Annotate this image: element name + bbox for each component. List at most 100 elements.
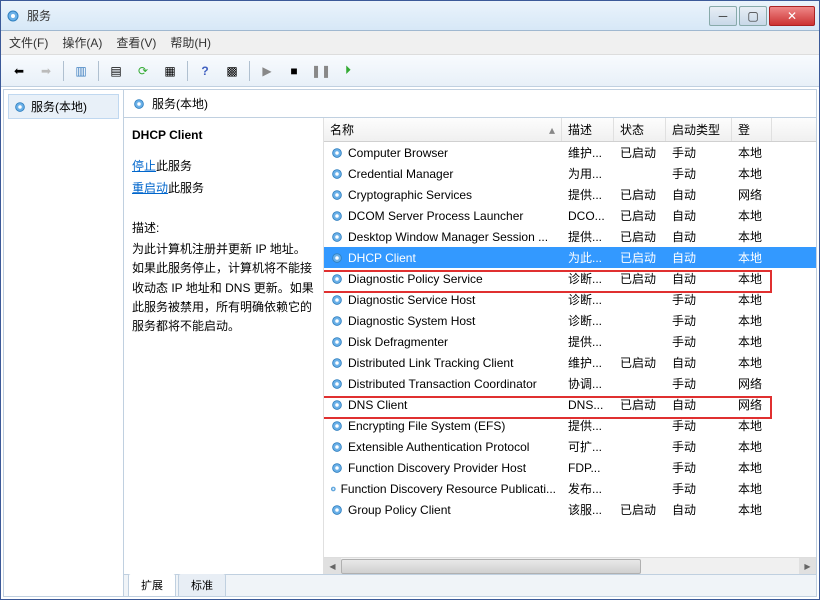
service-logon: 本地	[732, 480, 772, 497]
service-row[interactable]: Disk Defragmenter提供...手动本地	[324, 331, 816, 352]
service-name: Function Discovery Resource Publicati...	[341, 482, 556, 496]
col-startup[interactable]: 启动类型	[666, 118, 732, 141]
service-startup: 手动	[666, 480, 732, 497]
extra-button[interactable]: ▩	[220, 59, 244, 83]
menu-action[interactable]: 操作(A)	[62, 34, 102, 51]
scroll-left-icon[interactable]: ◀	[324, 558, 341, 574]
col-logon[interactable]: 登	[732, 118, 772, 141]
scroll-thumb[interactable]	[341, 559, 641, 574]
window-title: 服务	[27, 7, 709, 24]
gear-icon	[330, 230, 344, 244]
service-row[interactable]: Encrypting File System (EFS)提供...手动本地	[324, 415, 816, 436]
gear-icon	[330, 209, 344, 223]
gear-icon	[330, 251, 344, 265]
gear-icon	[132, 97, 146, 111]
properties-button[interactable]: ▤	[104, 59, 128, 83]
tab-standard[interactable]: 标准	[178, 573, 226, 596]
service-name: Function Discovery Provider Host	[348, 461, 526, 475]
stop-link[interactable]: 停止	[132, 159, 156, 173]
service-name: Diagnostic Policy Service	[348, 272, 483, 286]
service-logon: 本地	[732, 333, 772, 350]
service-row[interactable]: Distributed Link Tracking Client维护...已启动…	[324, 352, 816, 373]
service-desc: 维护...	[562, 144, 614, 161]
list-body[interactable]: Computer Browser维护...已启动手动本地Credential M…	[324, 142, 816, 557]
back-button[interactable]: ⬅	[7, 59, 31, 83]
content-body: DHCP Client 停止此服务 重启动此服务 描述: 为此计算机注册并更新 …	[124, 118, 816, 574]
service-logon: 本地	[732, 312, 772, 329]
service-row[interactable]: Extensible Authentication Protocol可扩...手…	[324, 436, 816, 457]
view-tabs: 扩展 标准	[124, 574, 816, 596]
help-icon: ?	[201, 64, 208, 78]
start-button[interactable]: ▶	[255, 59, 279, 83]
service-row[interactable]: Diagnostic Policy Service诊断...已启动自动本地	[324, 268, 816, 289]
menu-view[interactable]: 查看(V)	[116, 34, 156, 51]
service-logon: 网络	[732, 396, 772, 413]
restart-button[interactable]: ⏵	[336, 59, 360, 83]
play-icon: ▶	[262, 64, 271, 78]
service-row[interactable]: Function Discovery Resource Publicati...…	[324, 478, 816, 499]
service-row[interactable]: Diagnostic System Host诊断...手动本地	[324, 310, 816, 331]
col-status[interactable]: 状态	[614, 118, 666, 141]
service-row[interactable]: Function Discovery Provider HostFDP...手动…	[324, 457, 816, 478]
service-startup: 手动	[666, 375, 732, 392]
close-button[interactable]: ✕	[769, 6, 815, 26]
service-row[interactable]: Desktop Window Manager Session ...提供...已…	[324, 226, 816, 247]
service-logon: 本地	[732, 165, 772, 182]
gear-icon	[330, 188, 344, 202]
menu-file[interactable]: 文件(F)	[9, 34, 48, 51]
service-row[interactable]: Diagnostic Service Host诊断...手动本地	[324, 289, 816, 310]
list-header: 名称▴ 描述 状态 启动类型 登	[324, 118, 816, 142]
menu-help[interactable]: 帮助(H)	[170, 34, 211, 51]
stop-button[interactable]: ■	[282, 59, 306, 83]
help-button[interactable]: ?	[193, 59, 217, 83]
service-logon: 本地	[732, 417, 772, 434]
scroll-right-icon[interactable]: ▶	[799, 558, 816, 574]
arrow-right-icon: ➡	[41, 64, 51, 78]
desc-text: 为此计算机注册并更新 IP 地址。如果此服务停止，计算机将不能接收动态 IP 地…	[132, 240, 315, 336]
refresh-button[interactable]: ⟳	[131, 59, 155, 83]
col-name[interactable]: 名称▴	[324, 118, 562, 141]
horizontal-scrollbar[interactable]: ◀ ▶	[324, 557, 816, 574]
tree-root-item[interactable]: 服务(本地)	[8, 94, 119, 119]
window-buttons: ─ ▢ ✕	[709, 6, 815, 26]
maximize-button[interactable]: ▢	[739, 6, 767, 26]
service-row[interactable]: Cryptographic Services提供...已启动自动网络	[324, 184, 816, 205]
refresh-icon: ⟳	[138, 64, 148, 78]
service-row[interactable]: DCOM Server Process LauncherDCO...已启动自动本…	[324, 205, 816, 226]
service-startup: 手动	[666, 312, 732, 329]
service-status: 已启动	[614, 354, 666, 371]
tab-extended[interactable]: 扩展	[128, 573, 176, 596]
service-status: 已启动	[614, 396, 666, 413]
service-logon: 本地	[732, 501, 772, 518]
service-row[interactable]: Computer Browser维护...已启动手动本地	[324, 142, 816, 163]
tree-root-label: 服务(本地)	[31, 98, 87, 115]
gear-icon	[330, 440, 344, 454]
forward-button[interactable]: ➡	[34, 59, 58, 83]
show-hide-tree-button[interactable]: ▥	[69, 59, 93, 83]
service-name: Distributed Link Tracking Client	[348, 356, 513, 370]
service-desc: 提供...	[562, 228, 614, 245]
service-name: Distributed Transaction Coordinator	[348, 377, 537, 391]
service-desc: 可扩...	[562, 438, 614, 455]
service-startup: 自动	[666, 270, 732, 287]
service-status: 已启动	[614, 249, 666, 266]
gear-icon	[330, 314, 344, 328]
service-row[interactable]: Credential Manager为用...手动本地	[324, 163, 816, 184]
service-row[interactable]: Group Policy Client该服...已启动自动本地	[324, 499, 816, 520]
service-name: Computer Browser	[348, 146, 448, 160]
service-logon: 网络	[732, 186, 772, 203]
col-desc[interactable]: 描述	[562, 118, 614, 141]
service-row[interactable]: Distributed Transaction Coordinator协调...…	[324, 373, 816, 394]
service-row[interactable]: DHCP Client为此...已启动自动本地	[324, 247, 816, 268]
restart-link[interactable]: 重启动	[132, 181, 168, 195]
export-button[interactable]: ▦	[158, 59, 182, 83]
detail-pane: DHCP Client 停止此服务 重启动此服务 描述: 为此计算机注册并更新 …	[124, 118, 324, 574]
service-desc: 提供...	[562, 417, 614, 434]
gear-icon	[330, 146, 344, 160]
pause-button[interactable]: ❚❚	[309, 59, 333, 83]
minimize-button[interactable]: ─	[709, 6, 737, 26]
service-row[interactable]: DNS ClientDNS...已启动自动网络	[324, 394, 816, 415]
separator	[187, 61, 188, 81]
service-desc: 该服...	[562, 501, 614, 518]
service-startup: 手动	[666, 333, 732, 350]
